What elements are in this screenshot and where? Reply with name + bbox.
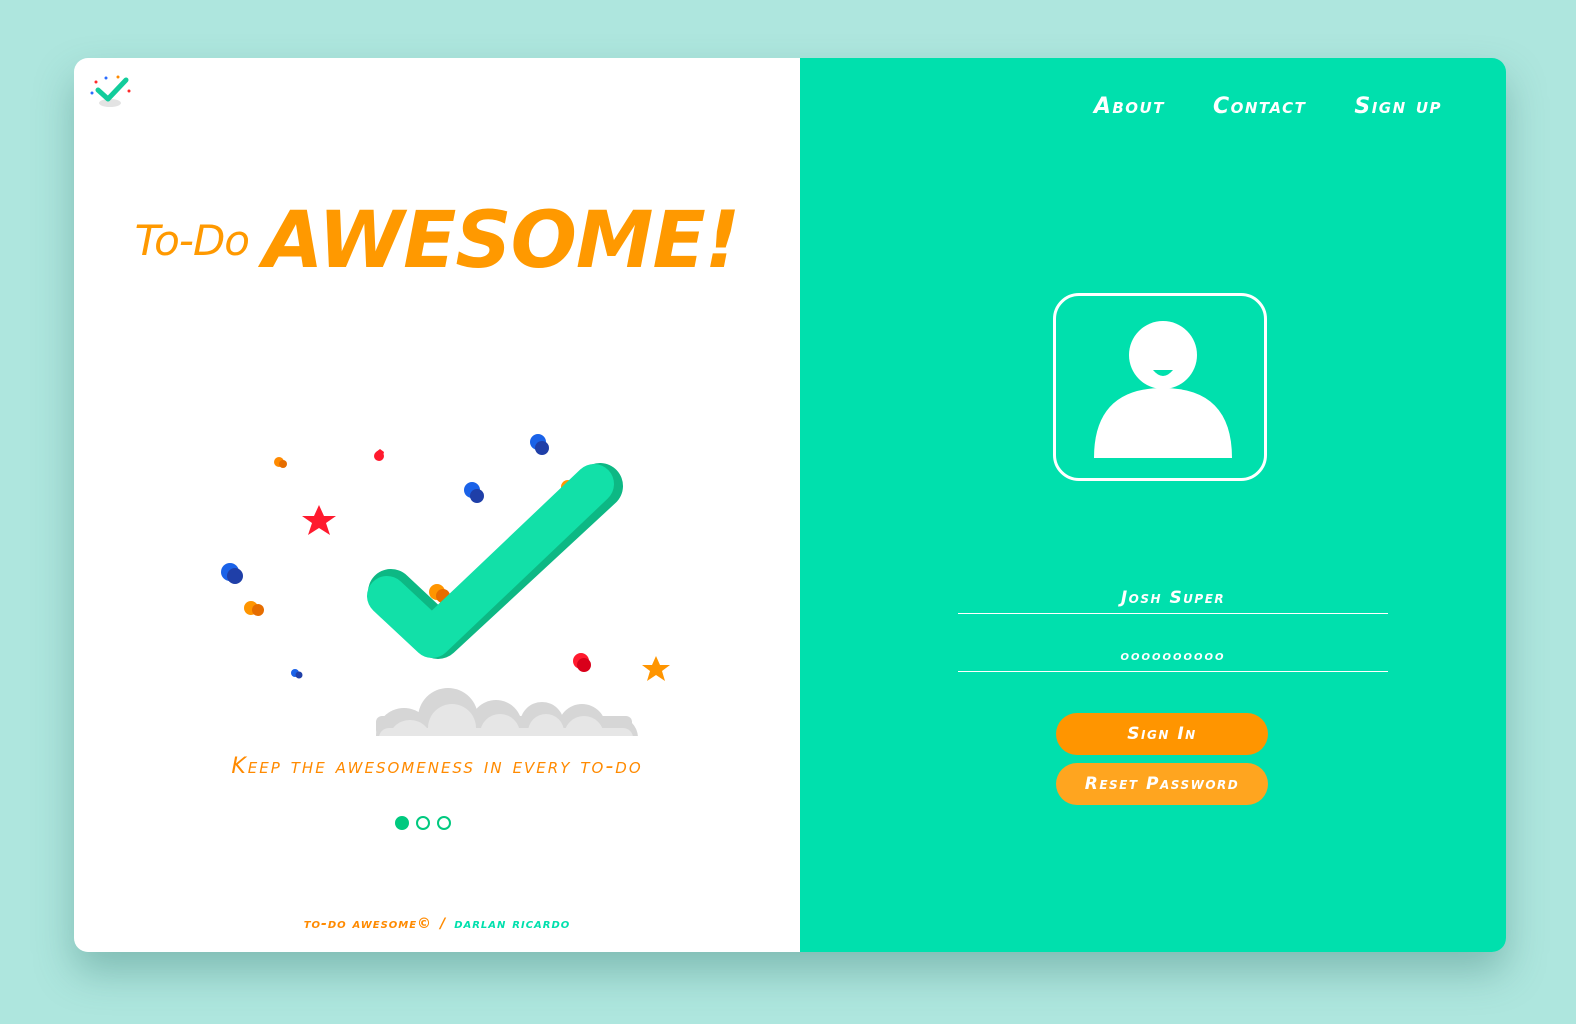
avatar <box>1053 293 1267 481</box>
footer-separator: / <box>440 916 447 932</box>
carousel-dot-1[interactable] <box>395 816 409 830</box>
hero-panel: To-Do AWESOME! Keep the awesomeness in e… <box>74 58 800 952</box>
footer-author-link[interactable]: darlan ricardo <box>454 916 570 932</box>
cloud <box>376 688 638 736</box>
footer-copyright: to-do awesome© <box>303 916 433 932</box>
carousel-dot-3[interactable] <box>437 816 451 830</box>
tagline: Keep the awesomeness in every to-do <box>231 754 643 779</box>
reset-password-button[interactable]: Reset Password <box>1056 763 1268 805</box>
login-panel: About Contact Sign up Sign In Reset Pass… <box>800 58 1506 952</box>
user-icon <box>1094 321 1232 458</box>
brand-title-big: AWESOME! <box>262 196 740 286</box>
password-field[interactable] <box>958 640 1388 672</box>
nav-contact-link[interactable]: Contact <box>1213 94 1306 119</box>
carousel-dots <box>395 816 451 830</box>
brand-title: To-Do AWESOME! <box>74 196 800 286</box>
username-field[interactable] <box>958 582 1388 614</box>
brand-title-small: To-Do <box>134 216 250 265</box>
nav-signup-link[interactable]: Sign up <box>1354 94 1442 119</box>
app-window: To-Do AWESOME! Keep the awesomeness in e… <box>74 58 1506 952</box>
footer-credits: to-do awesome© / darlan ricardo <box>74 916 800 932</box>
logo-icon[interactable] <box>88 72 136 112</box>
checkmark-illustration <box>221 434 670 736</box>
top-nav: About Contact Sign up <box>1094 94 1442 119</box>
sign-in-button[interactable]: Sign In <box>1056 713 1268 755</box>
nav-about-link[interactable]: About <box>1094 94 1165 119</box>
carousel-dot-2[interactable] <box>416 816 430 830</box>
